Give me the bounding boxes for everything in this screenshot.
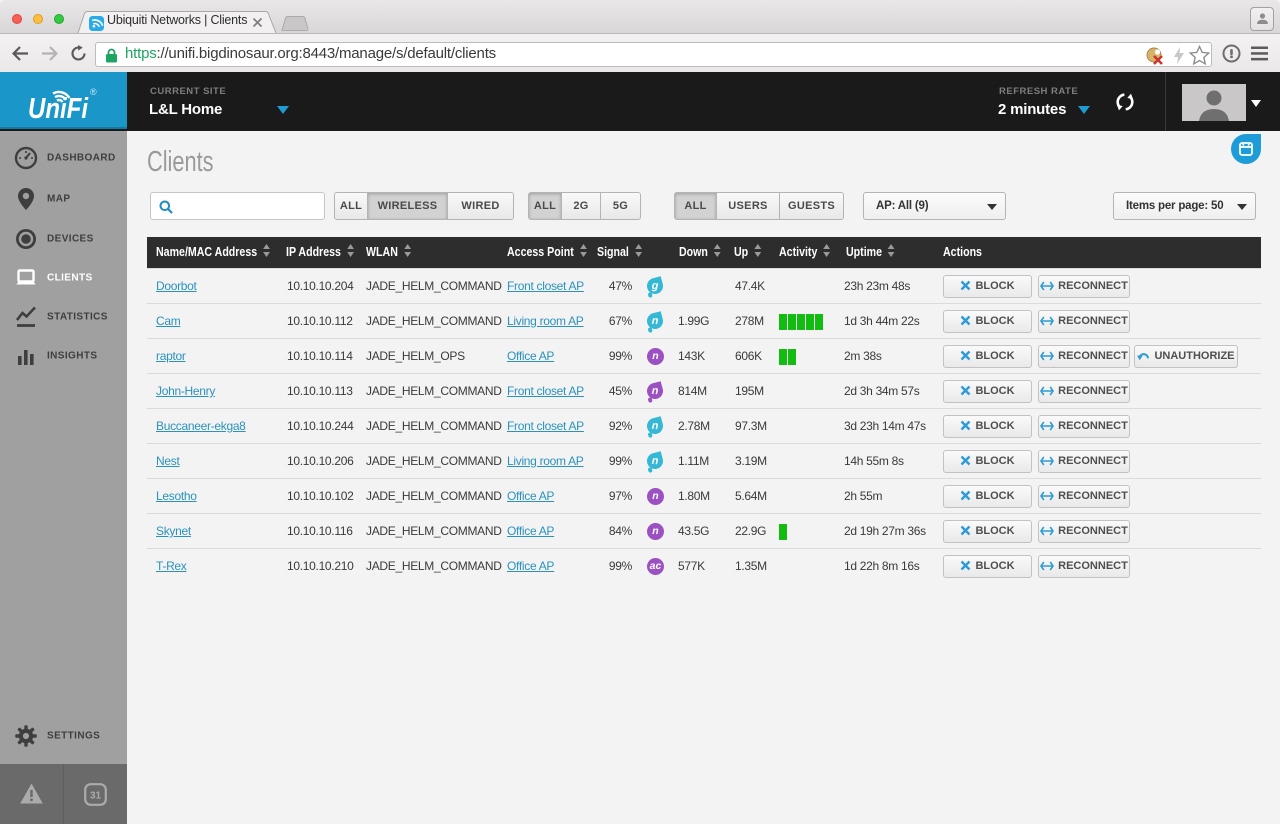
svg-text:UniFi: UniFi — [28, 93, 89, 125]
svg-text:®: ® — [90, 87, 97, 97]
svg-text:31: 31 — [90, 791, 102, 802]
